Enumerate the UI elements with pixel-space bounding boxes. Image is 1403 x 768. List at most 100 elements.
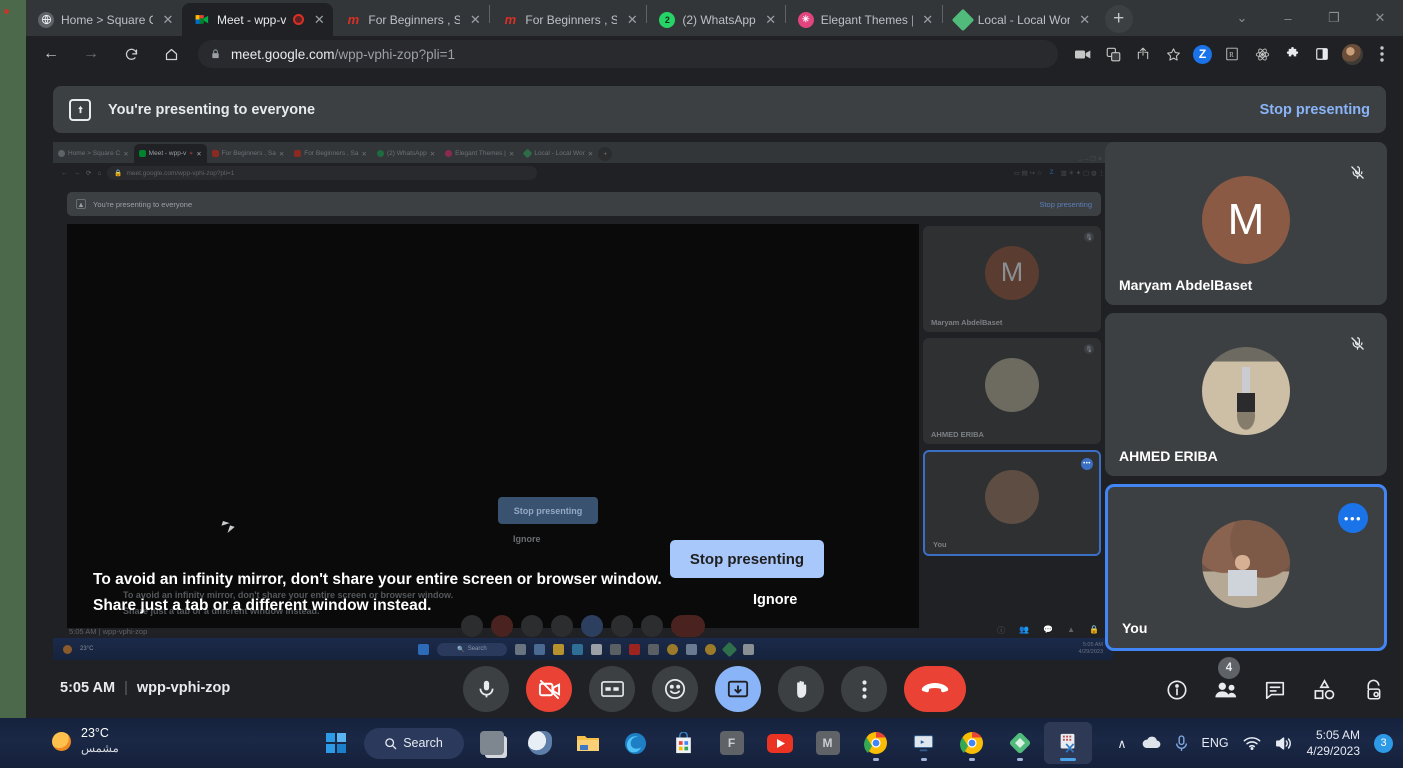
task-view-button[interactable] (468, 722, 516, 764)
profile-avatar[interactable] (1337, 39, 1367, 69)
more-options-icon[interactable]: ••• (1338, 503, 1368, 533)
leave-call-button[interactable] (904, 666, 966, 712)
snipping-tool-button[interactable] (1043, 722, 1092, 764)
mirror-tab: For Beginners , Sa ✕ (289, 144, 372, 163)
more-options-button[interactable] (841, 666, 887, 712)
browser-tab-0[interactable]: Home > Square C ✕ (26, 3, 182, 36)
raise-hand-button[interactable] (778, 666, 824, 712)
browser-tab-1[interactable]: Meet - wpp-v ✕ (182, 3, 334, 36)
present-screen-icon (69, 98, 91, 121)
side-panel-icon[interactable] (1307, 39, 1337, 69)
host-controls-button[interactable] (1357, 674, 1389, 706)
meeting-details-button[interactable] (1161, 674, 1193, 706)
new-tab-button[interactable]: + (1104, 5, 1133, 33)
forward-icon[interactable]: → (76, 39, 106, 69)
onedrive-cloud-icon[interactable] (1141, 736, 1161, 750)
microphone-button[interactable] (463, 666, 509, 712)
chrome-icon (959, 732, 983, 754)
camera-icon[interactable] (1068, 39, 1098, 69)
stop-presenting-button[interactable]: Stop presenting (670, 540, 824, 578)
activities-button[interactable] (1308, 674, 1340, 706)
widgets-button[interactable] (516, 722, 564, 764)
task-view-icon (479, 731, 504, 755)
participant-name: Maryam AbdelBaset (1119, 277, 1253, 293)
browser-tab-2[interactable]: m For Beginners , Sa ✕ (333, 3, 490, 36)
captions-button[interactable] (589, 666, 635, 712)
extensions-puzzle-icon[interactable] (1277, 39, 1307, 69)
globe-icon (38, 11, 54, 28)
close-icon[interactable]: ✕ (311, 12, 327, 28)
youtube-button[interactable] (756, 722, 804, 764)
close-icon[interactable]: ✕ (467, 12, 483, 28)
local-app-button[interactable] (996, 722, 1044, 764)
mirror-tab-strip: Home > Square C ✕ Meet - wpp-v ● ✕ For Begi… (53, 142, 1113, 163)
notification-badge[interactable]: 3 (1374, 733, 1393, 753)
close-icon[interactable]: ✕ (920, 12, 936, 28)
reactions-button[interactable] (652, 666, 698, 712)
taskbar-search-button[interactable]: Search (363, 727, 464, 759)
tray-microphone-icon[interactable] (1175, 734, 1188, 752)
participants-button[interactable]: 4 (1210, 657, 1242, 706)
zotero-extension-icon[interactable]: Z (1193, 44, 1212, 64)
mirror-participant-tile: 🎙 M Maryam AbdelBaset (923, 226, 1101, 332)
file-explorer-button[interactable] (564, 722, 612, 764)
start-button[interactable] (312, 722, 360, 764)
speaker-icon[interactable] (1275, 736, 1293, 751)
chat-button[interactable] (1259, 674, 1291, 706)
tab-search-icon[interactable]: ⌄ (1219, 0, 1265, 36)
ignore-button[interactable]: Ignore (753, 592, 797, 608)
tab-title: For Beginners , Sa (368, 12, 461, 27)
three-dot-menu-icon[interactable] (1367, 39, 1397, 69)
stop-presenting-link[interactable]: Stop presenting (1260, 102, 1370, 118)
mirror-avatar (985, 469, 1039, 524)
google-chrome-button-1[interactable] (852, 722, 900, 764)
participant-tile-ahmed[interactable]: AHMED ERIBA (1105, 313, 1387, 476)
react-devtools-icon[interactable] (1247, 39, 1277, 69)
camera-off-button[interactable] (526, 666, 572, 712)
remote-desktop-button[interactable] (900, 722, 948, 764)
back-icon[interactable]: ← (36, 39, 66, 69)
readability-extension-icon[interactable]: R (1217, 39, 1247, 69)
close-window-button[interactable]: ✕ (1357, 0, 1403, 36)
participant-tile-maryam[interactable]: M Maryam AbdelBaset (1105, 142, 1387, 305)
mirror-start-icon (417, 643, 429, 655)
minimize-button[interactable]: ‒ (1265, 0, 1311, 36)
gmail-m-button[interactable]: M (804, 722, 852, 764)
close-icon[interactable]: ✕ (624, 12, 640, 28)
bookmark-star-icon[interactable] (1158, 39, 1188, 69)
figma-button[interactable]: F (708, 722, 756, 764)
translate-icon[interactable] (1098, 39, 1128, 69)
browser-tab-5[interactable]: ✳ Elegant Themes | ✕ (785, 3, 942, 36)
close-icon[interactable]: ✕ (1077, 12, 1093, 28)
recording-indicator-dot (4, 9, 9, 14)
tab-title: Home > Square C (61, 12, 153, 27)
mirror-avatar (985, 357, 1039, 412)
taskbar-clock[interactable]: 5:05 AM 4/29/2023 (1307, 727, 1360, 759)
avatar (1202, 347, 1290, 436)
browser-tab-3[interactable]: m For Beginners , Sa ✕ (490, 3, 647, 36)
participant-tile-you[interactable]: ••• You (1105, 484, 1387, 651)
share-icon[interactable] (1128, 39, 1158, 69)
address-bar[interactable]: meet.google.com/wpp-vphi-zop?pli=1 (198, 40, 1058, 68)
clock-time: 5:05 AM (1315, 727, 1360, 742)
participant-name: You (1122, 620, 1148, 636)
microsoft-edge-button[interactable] (612, 722, 660, 764)
svg-text:R: R (1229, 51, 1234, 59)
mirror-ignore-button: Ignore (513, 534, 541, 544)
whatsapp-icon: 2 (659, 11, 676, 28)
home-icon[interactable] (156, 39, 186, 69)
google-chrome-button-2[interactable] (948, 722, 996, 764)
browser-tab-4[interactable]: 2 (2) WhatsApp ✕ (647, 3, 785, 36)
mirror-tab: For Beginners , Sa ✕ (207, 144, 290, 163)
browser-tab-6[interactable]: Local - Local Wor ✕ (942, 3, 1099, 36)
tray-overflow-icon[interactable]: ∧ (1117, 736, 1126, 751)
close-icon[interactable]: ✕ (160, 12, 176, 28)
present-button[interactable] (715, 666, 761, 712)
participant-count-badge: 4 (1218, 657, 1240, 679)
wifi-icon[interactable] (1243, 736, 1261, 750)
microsoft-store-button[interactable] (660, 722, 708, 764)
close-icon[interactable]: ✕ (763, 12, 779, 28)
maximize-button[interactable]: ❐ (1311, 0, 1357, 36)
tray-language-indicator[interactable]: ENG (1202, 736, 1229, 750)
reload-icon[interactable] (116, 39, 146, 69)
